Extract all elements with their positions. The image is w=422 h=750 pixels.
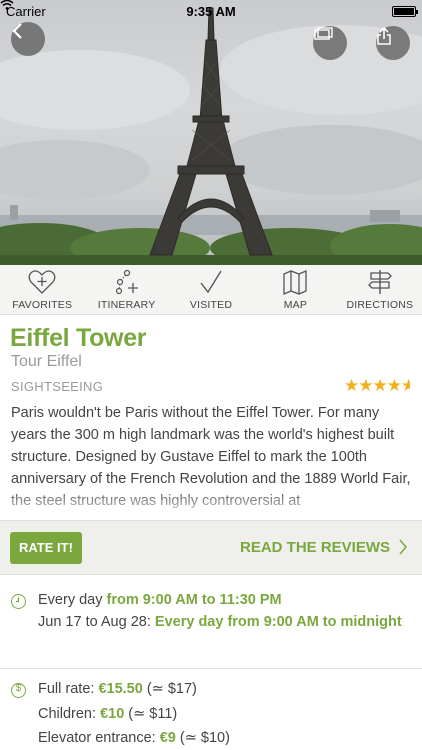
hours-line-1: Every day from 9:00 AM to 11:30 PM <box>38 589 418 611</box>
price-full: Full rate: €15.50 (≃ $17) <box>38 678 418 700</box>
hours-line-2: Jun 17 to Aug 28: Every day from 9:00 AM… <box>38 611 418 633</box>
rate-bar: RATE IT! READ THE REVIEWS <box>0 520 422 575</box>
seasonal-hours: Every day from 9:00 AM to midnight <box>154 614 402 630</box>
battery-level <box>394 8 414 15</box>
star-icon: ★ <box>372 376 388 395</box>
category-label: SIGHTSEEING <box>11 379 104 394</box>
rate-button[interactable]: RATE IT! <box>10 532 82 564</box>
read-reviews-label: READ THE REVIEWS <box>239 538 390 556</box>
visited-label: VISITED <box>189 299 233 311</box>
eiffel-tower-photo <box>0 7 422 265</box>
chevron-right-icon <box>399 539 407 555</box>
back-button[interactable] <box>11 22 45 56</box>
price-elevator-approx: (≃ $10) <box>175 730 230 746</box>
map-button[interactable]: MAP <box>253 265 337 314</box>
star-icon: ★ <box>358 376 373 395</box>
tickets-button[interactable] <box>313 26 347 60</box>
action-bar: FAVORITES ITINERARY VISITED MAP DIRECTIO… <box>0 265 422 315</box>
hours-days: Every day <box>38 592 107 608</box>
star-icon: ★ <box>344 376 359 395</box>
hours-times: from 9:00 AM to 11:30 PM <box>106 592 282 608</box>
favorites-button[interactable]: FAVORITES <box>0 265 84 314</box>
read-reviews-link[interactable]: READ THE REVIEWS <box>240 538 408 556</box>
battery-icon <box>392 6 418 17</box>
price-elevator-value: €9 <box>159 730 176 746</box>
visited-button[interactable]: VISITED <box>169 265 253 314</box>
price-full-label: Full rate: <box>38 681 99 697</box>
seasonal-dates: Jun 17 to Aug 28: <box>38 614 155 630</box>
share-icon <box>377 26 391 45</box>
price-children-value: €10 <box>100 706 125 722</box>
chevron-left-icon <box>12 23 22 39</box>
status-bar: Carrier 9:35 AM <box>0 0 422 22</box>
page-title: Eiffel Tower <box>10 324 147 352</box>
description-fade <box>0 488 422 518</box>
dollar-icon: $ <box>11 683 26 698</box>
itinerary-label: ITINERARY <box>97 299 156 311</box>
directions-button[interactable]: DIRECTIONS <box>338 265 422 314</box>
price-children: Children: €10 (≃ $11) <box>38 703 418 725</box>
ticket-icon <box>314 27 333 40</box>
page-subtitle: Tour Eiffel <box>11 353 82 370</box>
clock-icon <box>11 594 26 609</box>
price-elevator: Elevator entrance: €9 (≃ $10) <box>38 727 418 749</box>
directions-label: DIRECTIONS <box>346 299 414 311</box>
half-star-icon: ★ <box>401 376 410 395</box>
divider <box>0 668 422 669</box>
price-children-approx: (≃ $11) <box>124 706 178 722</box>
map-label: MAP <box>283 299 308 311</box>
star-rating: ★★★★★ <box>344 376 410 396</box>
signpost-icon <box>367 270 392 294</box>
status-time: 9:35 AM <box>186 3 236 19</box>
star-icon: ★ <box>386 376 402 395</box>
checkmark-icon <box>200 270 222 294</box>
hero-image: Carrier 9:35 AM <box>0 0 422 265</box>
heart-plus-icon <box>28 270 56 294</box>
price-full-approx: (≃ $17) <box>142 681 197 697</box>
itinerary-button[interactable]: ITINERARY <box>84 265 168 314</box>
map-icon <box>283 270 308 295</box>
itinerary-icon <box>115 269 138 295</box>
favorites-label: FAVORITES <box>12 299 73 311</box>
price-children-label: Children: <box>38 706 101 722</box>
share-button[interactable] <box>376 26 410 60</box>
price-full-value: €15.50 <box>98 681 143 697</box>
price-elevator-label: Elevator entrance: <box>38 730 160 746</box>
